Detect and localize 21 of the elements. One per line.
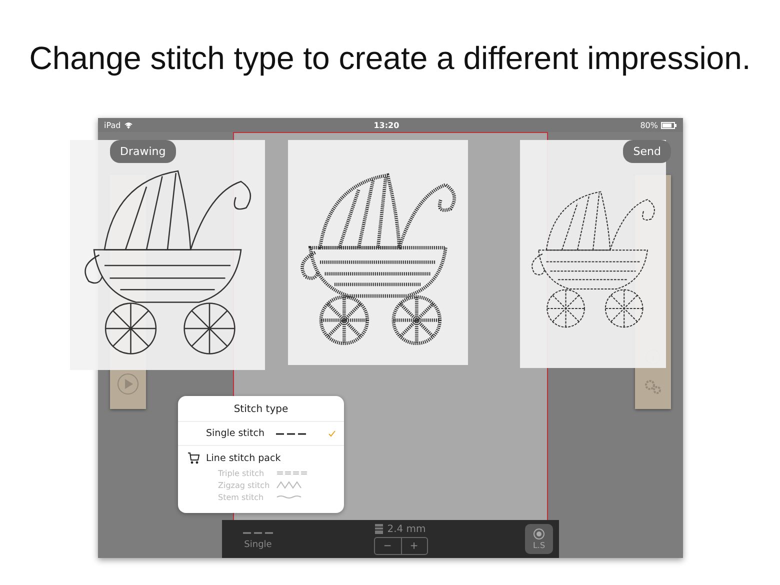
battery-percent: 80% [640,120,658,130]
wifi-icon [124,122,133,128]
thread-spool-icon [375,524,384,534]
cart-icon [188,452,200,464]
device-label: iPad [104,120,121,130]
send-button[interactable]: Send [623,140,671,163]
ls-button[interactable]: L.S [525,524,553,554]
checkmark-icon [328,430,336,437]
pack-title: Line stitch pack [206,452,281,464]
stitch-length-value: 2.4 mm [387,524,426,534]
drawing-button[interactable]: Drawing [110,140,176,163]
headline: Change stitch type to create a different impression. [28,40,752,78]
target-icon [533,528,545,540]
battery-icon [660,122,677,128]
status-time: 13:20 [374,120,400,130]
decrease-button[interactable]: − [374,538,400,554]
stitch-option[interactable]: Single stitch [178,422,344,446]
increase-button[interactable]: + [400,538,426,554]
settings-icon[interactable] [644,379,662,395]
play-icon[interactable] [117,373,139,395]
stitch-type-button[interactable]: Single [240,526,276,552]
